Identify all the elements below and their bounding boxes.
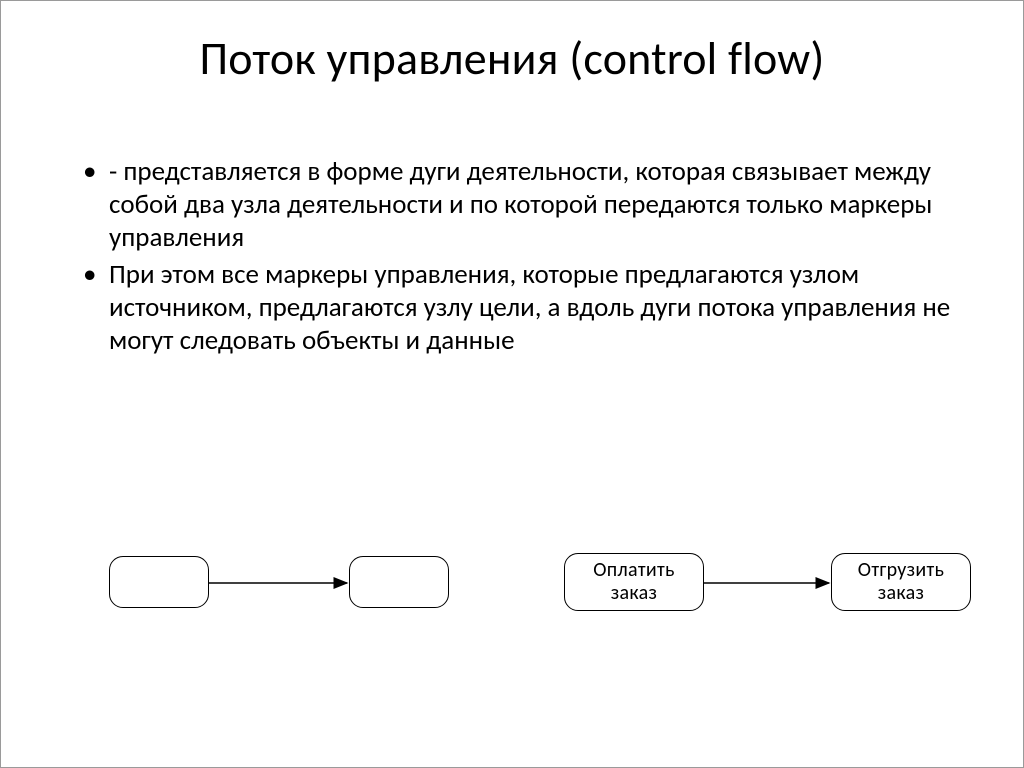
bullet-item: - представляется в форме дуги деятельнос… bbox=[81, 156, 963, 255]
slide-title: Поток управления (control flow) bbox=[1, 31, 1023, 87]
diagram: Оплатить заказ Отгрузить заказ bbox=[1, 1, 1024, 768]
slide-body: - представляется в форме дуги деятельнос… bbox=[81, 156, 963, 362]
activity-node-ship: Отгрузить заказ bbox=[831, 553, 971, 611]
activity-node-empty-left bbox=[109, 556, 209, 608]
activity-node-pay: Оплатить заказ bbox=[564, 553, 704, 611]
node-label: Отгрузить заказ bbox=[838, 559, 964, 605]
slide: Поток управления (control flow) - предст… bbox=[0, 0, 1024, 768]
activity-node-empty-right bbox=[349, 556, 449, 608]
flow-arrows bbox=[1, 1, 1024, 768]
node-label: Оплатить заказ bbox=[571, 559, 697, 605]
bullet-item: При этом все маркеры управления, которые… bbox=[81, 259, 963, 358]
bullet-list: - представляется в форме дуги деятельнос… bbox=[81, 156, 963, 358]
